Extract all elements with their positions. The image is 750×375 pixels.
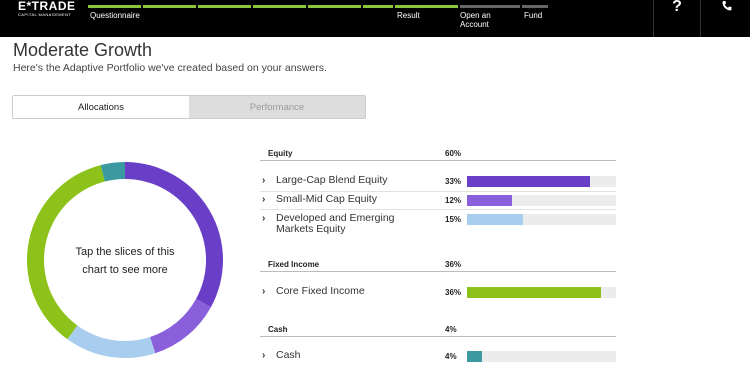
progress-segment [253, 5, 306, 8]
allocation-row[interactable]: › Small-Mid Cap Equity 12% [260, 194, 616, 208]
progress-segment [395, 5, 458, 8]
allocation-percent: 12% [445, 196, 462, 205]
allocation-bar-track [467, 351, 616, 362]
progress-segment [522, 5, 548, 8]
donut-hint-line2: chart to see more [82, 264, 168, 276]
category-header-cash: Cash 4% [260, 325, 616, 337]
help-button[interactable]: ? [653, 0, 701, 37]
progress-segment [88, 5, 141, 8]
category-header-equity: Equity 60% [260, 149, 616, 161]
row-divider [260, 209, 616, 210]
allocation-bar-fill [467, 214, 523, 225]
allocation-label: Large-Cap Blend Equity [276, 174, 388, 186]
progress-segment [143, 5, 196, 8]
category-name: Equity [268, 149, 293, 158]
help-icon: ? [672, 0, 682, 15]
donut-hint: Tap the slices of this chart to see more [62, 243, 188, 279]
allocation-bar-fill [467, 287, 602, 298]
allocation-label: Core Fixed Income [276, 285, 365, 297]
step-result[interactable]: Result [397, 11, 420, 20]
allocation-bar-fill [467, 351, 482, 362]
step-open-account[interactable]: Open an Account [460, 11, 500, 29]
allocation-percent: 4% [445, 352, 457, 361]
donut-hint-line1: Tap the slices of this [75, 246, 175, 258]
category-name: Fixed Income [268, 260, 320, 269]
progress-steps [88, 5, 548, 8]
category-percent: 60% [445, 149, 462, 158]
phone-button[interactable] [703, 0, 750, 37]
progress-segment [198, 5, 251, 8]
category-header-fixed-income: Fixed Income 36% [260, 260, 616, 272]
category-percent: 4% [445, 325, 457, 334]
allocation-bar-track [467, 195, 616, 206]
progress-segment [308, 5, 361, 8]
chevron-right-icon: › [262, 213, 266, 224]
allocation-label: Cash [276, 349, 301, 361]
category-percent: 36% [445, 260, 462, 269]
category-name: Cash [268, 325, 288, 334]
allocation-bar-track [467, 287, 616, 298]
phone-icon [722, 1, 731, 11]
view-tabs: Allocations Performance [12, 95, 366, 119]
page-subtitle: Here's the Adaptive Portfolio we've crea… [13, 62, 327, 74]
donut-slice[interactable] [150, 299, 211, 354]
tab-performance[interactable]: Performance [189, 96, 365, 118]
allocation-bar-track [467, 214, 616, 225]
allocation-percent: 36% [445, 288, 462, 297]
donut-slice[interactable] [67, 325, 156, 358]
donut-slice[interactable] [100, 162, 125, 182]
page-title: Moderate Growth [13, 40, 153, 60]
step-fund[interactable]: Fund [524, 11, 542, 20]
brand-name: E*TRADE [18, 0, 76, 13]
chevron-right-icon: › [262, 286, 266, 297]
tab-allocations[interactable]: Allocations [13, 96, 189, 118]
allocation-row[interactable]: › Developed and Emerging Markets Equity … [260, 213, 616, 237]
donut-slice[interactable] [125, 162, 223, 308]
chevron-right-icon: › [262, 175, 266, 186]
top-bar: E*TRADE CAPITAL MANAGEMENT Questionnaire… [0, 0, 750, 37]
brand-logo[interactable]: E*TRADE CAPITAL MANAGEMENT [18, 0, 76, 18]
row-divider [260, 191, 616, 192]
chevron-right-icon: › [262, 350, 266, 361]
allocation-row[interactable]: › Large-Cap Blend Equity 33% [260, 175, 616, 189]
allocation-label: Developed and Emerging Markets Equity [276, 212, 395, 235]
allocation-bar-fill [467, 195, 512, 206]
progress-segment [460, 5, 520, 8]
allocation-label: Small-Mid Cap Equity [276, 193, 377, 205]
brand-subname: CAPITAL MANAGEMENT [18, 12, 72, 17]
allocation-percent: 15% [445, 215, 462, 224]
allocation-row[interactable]: › Cash 4% [260, 350, 616, 364]
step-questionnaire[interactable]: Questionnaire [90, 11, 140, 20]
allocation-row[interactable]: › Core Fixed Income 36% [260, 286, 616, 300]
allocation-bar-fill [467, 176, 590, 187]
allocation-bar-track [467, 176, 616, 187]
chevron-right-icon: › [262, 194, 266, 205]
allocation-percent: 33% [445, 177, 462, 186]
progress-segment [363, 5, 393, 8]
